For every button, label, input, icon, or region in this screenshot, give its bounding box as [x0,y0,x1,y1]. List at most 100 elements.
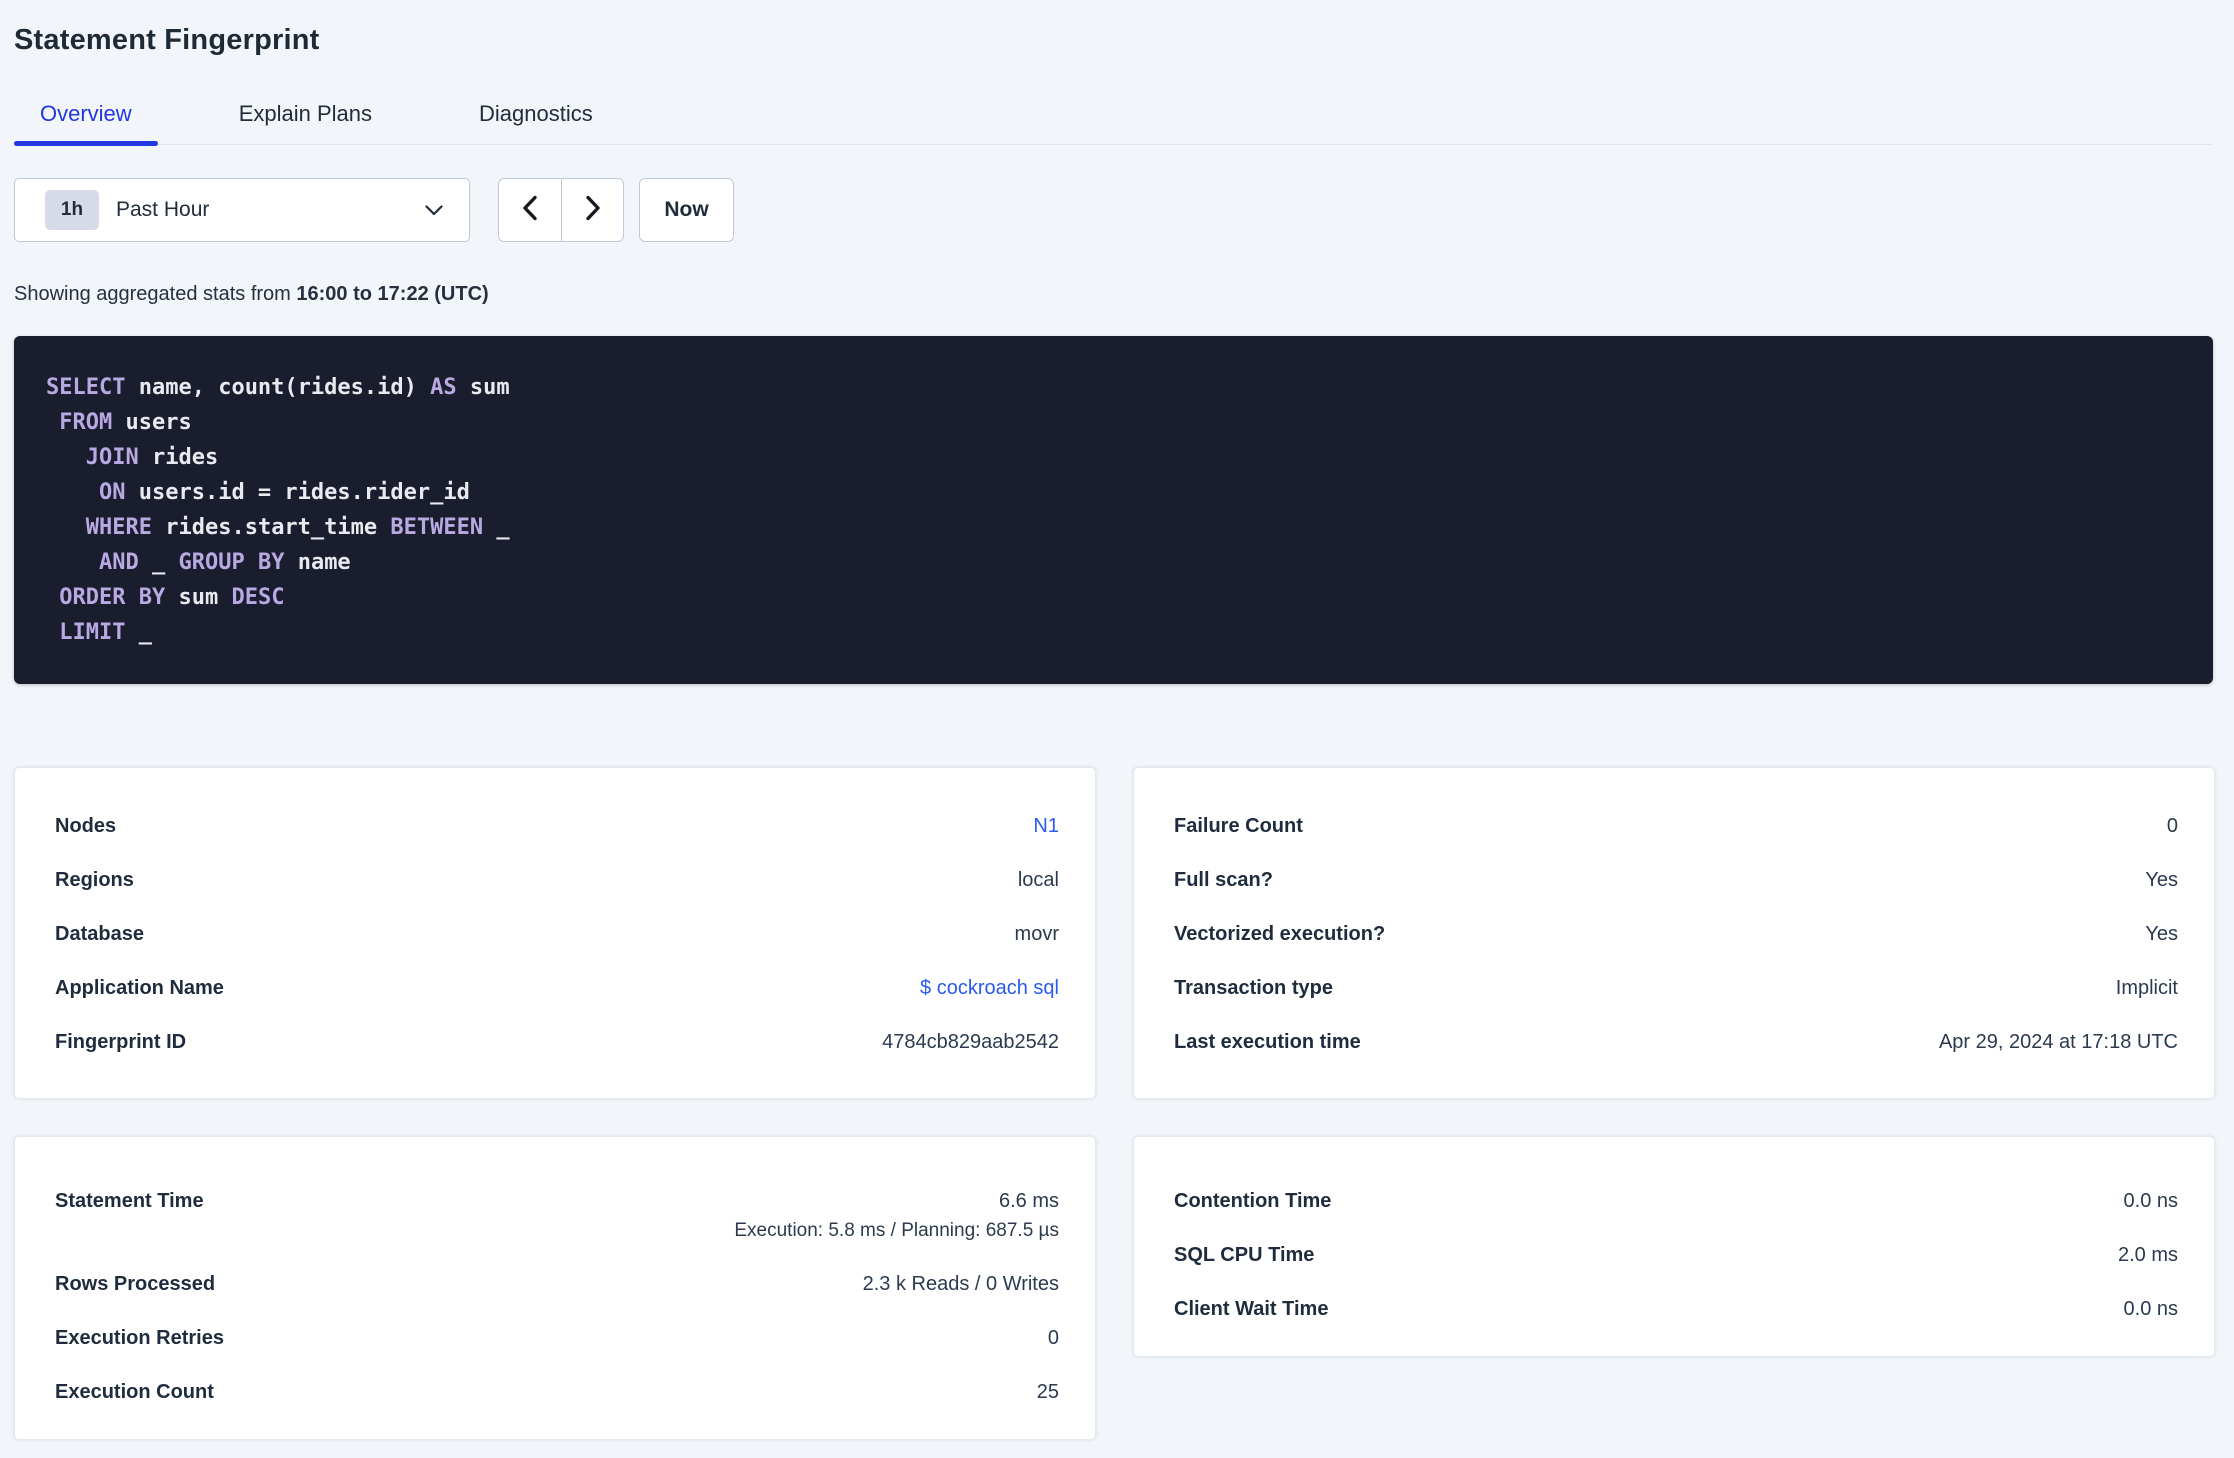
sql-keyword: WHERE [85,515,152,540]
stat-value-group: 0 [2167,812,2178,841]
stat-value-group: movr [1015,920,1059,949]
stat-label: Transaction type [1174,977,1333,999]
stat-label: Rows Processed [55,1273,216,1295]
stat-label: Vectorized execution? [1174,923,1386,945]
stat-value-group: Implicit [2116,974,2178,1003]
sql-keyword: ORDER BY [59,585,166,610]
stat-value-group: 6.6 ms Execution: 5.8 ms / Planning: 687.… [734,1187,1059,1245]
stat-label: Application Name [55,977,224,999]
sql-token: _ [138,550,179,575]
time-range-label: Past Hour [116,198,210,221]
stat-value-group: Yes [2145,866,2178,895]
tab-explain-plans[interactable]: Explain Plans [213,101,398,144]
sql-statement: SELECT name, count(rides.id) AS sum FROM… [14,336,2213,684]
stat-row: Statement Time 6.6 ms Execution: 5.8 ms / … [55,1187,1059,1245]
stat-subvalue: Execution: 5.8 ms / Planning: 687.5 µs [734,1220,1059,1241]
stat-value: 0 [1047,1327,1059,1349]
stat-label: Failure Count [1174,815,1303,837]
execution-attributes-card: Failure Count 0 Full scan? Yes Vectorized ex… [1133,767,2215,1099]
sql-keyword: DESC [231,585,285,610]
stat-label: Database [55,923,144,945]
stat-row: Client Wait Time 0.0 ns [1174,1295,2178,1324]
aggregated-stats-range: 16:00 to 17:22 (UTC) [296,283,489,305]
stat-value-group: 4784cb829aab2542 [882,1028,1059,1057]
stat-label: Client Wait Time [1174,1298,1329,1320]
time-range-dropdown[interactable]: 1h Past Hour [14,178,470,242]
aggregated-stats-prefix: Showing aggregated stats from [14,283,297,305]
stat-label: Execution Count [55,1381,214,1403]
tab-diagnostics[interactable]: Diagnostics [453,101,619,144]
stat-row: Contention Time 0.0 ns [1174,1187,2178,1216]
sql-line: SELECT name, count(rides.id) AS sum [46,370,2181,405]
stat-row: Last execution time Apr 29, 2024 at 17:18… [1174,1028,2178,1057]
stat-row: Transaction type Implicit [1174,974,2178,1003]
stat-row: Failure Count 0 [1174,812,2178,841]
sql-keyword: FROM [59,410,113,435]
stat-value: 2.3 k Reads / 0 Writes [862,1273,1059,1295]
stat-label: Nodes [55,815,117,837]
stat-row: Execution Retries 0 [55,1324,1059,1353]
stat-label: Execution Retries [55,1327,224,1349]
stat-value-group: 0 [1048,1324,1059,1353]
sql-keyword: AND [98,550,139,575]
stat-value: Apr 29, 2024 at 17:18 UTC [1938,1031,2178,1053]
sql-keyword: ON [98,480,126,505]
sql-line: WHERE rides.start_time BETWEEN _ [46,510,2181,545]
stat-value-group: N1 [1033,812,1059,841]
stat-row: Execution Count 25 [55,1378,1059,1407]
stat-value: local [1017,869,1059,891]
wait-timing-card: Contention Time 0.0 ns SQL CPU Time 2.0 ms C… [1133,1136,2215,1357]
stat-label: Contention Time [1174,1190,1332,1212]
stat-label: SQL CPU Time [1174,1244,1315,1266]
sql-keyword: SELECT [46,375,126,400]
chevron-down-icon [425,204,443,216]
stat-row: Application Name $ cockroach sql [55,974,1059,1003]
next-time-button[interactable] [561,179,623,241]
sql-line: JOIN rides [46,440,2181,475]
stat-value-link[interactable]: N1 [1033,815,1059,837]
tab-overview[interactable]: Overview [14,101,158,146]
stat-label: Last execution time [1174,1031,1361,1053]
sql-line: FROM users [46,405,2181,440]
statement-details-card: Nodes N1 Regions local Database movr Applicati… [14,767,1096,1099]
stat-value-group: 2.3 k Reads / 0 Writes [863,1270,1059,1299]
sql-token: rides [138,445,219,470]
stat-value: Yes [2145,869,2178,891]
stat-row: Database movr [55,920,1059,949]
stat-value-link[interactable]: $ cockroach sql [920,977,1059,999]
sql-line: LIMIT _ [46,615,2181,650]
stat-value-group: 2.0 ms [2118,1241,2178,1270]
time-step-buttons [498,178,624,242]
sql-keyword: LIMIT [59,620,126,645]
sql-token: sum [456,375,510,400]
stat-label: Full scan? [1174,869,1273,891]
stat-row: Fingerprint ID 4784cb829aab2542 [55,1028,1059,1057]
previous-time-button[interactable] [499,179,561,241]
sql-line: AND _ GROUP BY name [46,545,2181,580]
sql-token: name, count(rides.id) [125,375,431,400]
stat-row: Rows Processed 2.3 k Reads / 0 Writes [55,1270,1059,1299]
stat-label: Statement Time [55,1190,204,1212]
stat-value: 6.6 ms [998,1190,1059,1212]
stat-value: Implicit [2115,977,2178,999]
stat-row: Regions local [55,866,1059,895]
sql-token: users.id = rides.rider_id [125,480,470,505]
stat-row: Full scan? Yes [1174,866,2178,895]
stat-value: 0.0 ns [2123,1190,2178,1212]
sql-token: users [112,410,192,435]
now-button[interactable]: Now [639,178,734,242]
stat-label: Fingerprint ID [55,1031,187,1053]
stat-value-group: 0.0 ns [2124,1295,2178,1324]
time-range-duration-badge: 1h [45,190,99,230]
stat-value-group: Apr 29, 2024 at 17:18 UTC [1939,1028,2178,1057]
stat-label: Regions [55,869,134,891]
sql-keyword: JOIN [85,445,139,470]
sql-line: ORDER BY sum DESC [46,580,2181,615]
tab-bar: Overview Explain Plans Diagnostics [14,101,2213,146]
